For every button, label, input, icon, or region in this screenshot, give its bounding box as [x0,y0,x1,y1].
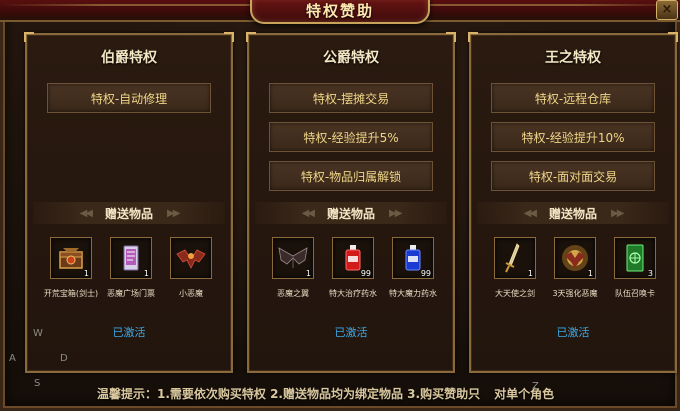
gift-item-slot[interactable]: 1 [554,237,596,279]
item-name: 大天使之剑 [495,289,535,298]
left-arrows-icon: ◀◀ [523,207,537,219]
key-a-hint: A [9,353,16,364]
summon-card-icon [626,244,644,272]
item-count: 1 [527,269,533,278]
gift-items-header: ◀◀ 赠送物品 ▶▶ [255,202,447,224]
privilege-face-trade-button[interactable]: 特权-面对面交易 [491,161,655,191]
gift-item-slot[interactable]: 1 [494,237,536,279]
item-count: 3 [647,269,653,278]
key-s-hint: S [34,378,41,389]
gift-item-slot[interactable] [170,237,212,279]
privilege-exp-5-button[interactable]: 特权-经验提升5% [269,122,433,152]
privilege-auto-repair-button[interactable]: 特权-自动修理 [47,83,211,113]
gift-item-slot[interactable]: 1 [110,237,152,279]
item-name: 特大魔力药水 [389,289,437,298]
close-button[interactable]: × [656,0,678,20]
gift-item-slot[interactable]: 99 [332,237,374,279]
gift-item-slot[interactable]: 1 [272,237,314,279]
panel-title: 公爵特权 [323,50,379,66]
panel-count-privilege: 伯爵特权 特权-自动修理 ◀◀ 赠送物品 ▶▶ 1 1 开荒宝箱(剑士) 恶魔广… [24,32,234,373]
item-name: 开荒宝箱(剑士) [43,289,99,298]
imp-icon [176,249,206,269]
item-count: 1 [305,269,311,278]
gift-item-slot[interactable]: 1 [50,237,92,279]
key-d-hint: D [60,353,68,364]
key-z-hint: Z [532,381,539,392]
panel-duke-privilege: 公爵特权 特权-摆摊交易 特权-经验提升5% 特权-物品归属解锁 ◀◀ 赠送物品… [246,32,456,373]
tips-tail: 对单个角色 [494,387,555,401]
item-name: 恶魔广场门票 [107,289,155,298]
item-count: 1 [83,269,89,278]
right-arrows-icon: ▶▶ [611,207,624,219]
gift-header-label: 赠送物品 [104,206,153,221]
demon-wings-icon [278,247,308,268]
left-arrows-icon: ◀◀ [301,207,315,219]
archangel-sword-icon [505,243,520,273]
item-name: 队伍召唤卡 [615,289,655,298]
item-name: 恶魔之翼 [277,289,309,298]
item-count: 1 [587,269,593,278]
right-arrows-icon: ▶▶ [167,207,180,219]
activated-status: 已激活 [334,326,368,339]
tips-main: 温馨提示：1.需要依次购买特权 2.赠送物品均为绑定物品 3.购买赞助只 [97,387,481,401]
item-name: 3天强化恶魔 [552,289,598,298]
privilege-exp-10-button[interactable]: 特权-经验提升10% [491,122,655,152]
privilege-remote-storage-button[interactable]: 特权-远程仓库 [491,83,655,113]
item-count: 99 [420,269,431,278]
ticket-icon [123,245,139,271]
privilege-item-unlock-button[interactable]: 特权-物品归属解锁 [269,161,433,191]
window-title-plate: 特权赞助 [250,0,430,24]
panel-king-privilege: 王之特权 特权-远程仓库 特权-经验提升10% 特权-面对面交易 ◀◀ 赠送物品… [468,32,678,373]
gift-items-header: ◀◀ 赠送物品 ▶▶ [477,202,669,224]
gift-header-label: 赠送物品 [548,206,597,221]
item-name: 小恶魔 [179,289,203,298]
gift-item-slot[interactable]: 3 [614,237,656,279]
key-w-hint: W [33,328,43,339]
item-count: 1 [143,269,149,278]
gift-header-label: 赠送物品 [326,206,375,221]
enhanced-demon-icon [562,245,588,271]
panel-title: 伯爵特权 [101,50,157,66]
gift-items-header: ◀◀ 赠送物品 ▶▶ [33,202,225,224]
right-arrows-icon: ▶▶ [389,207,402,219]
panel-title: 王之特权 [545,50,601,66]
privilege-stall-trade-button[interactable]: 特权-摆摊交易 [269,83,433,113]
tips-text: 温馨提示：1.需要依次购买特权 2.赠送物品均为绑定物品 3.购买赞助只 对单个角… [97,385,554,402]
window-title: 特权赞助 [305,1,374,20]
item-count: 99 [360,269,371,278]
gift-item-slot[interactable]: 99 [392,237,434,279]
item-name: 特大治疗药水 [329,289,377,298]
left-arrows-icon: ◀◀ [79,207,93,219]
activated-status: 已激活 [112,326,146,339]
treasure-chest-icon [59,248,83,269]
activated-status: 已激活 [556,326,590,339]
